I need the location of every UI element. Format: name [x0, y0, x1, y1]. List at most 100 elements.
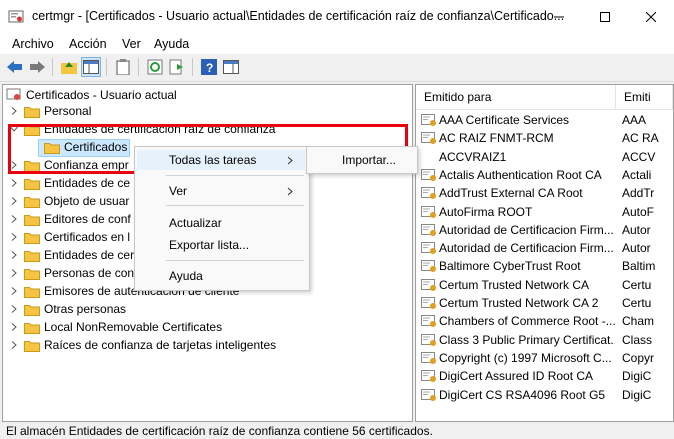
folder-icon [24, 179, 40, 190]
chevron-right-icon[interactable] [10, 251, 18, 259]
certificate-list-pane[interactable]: Emitido para Emiti AAA Certificate Servi… [415, 84, 674, 422]
export-list-button[interactable] [168, 58, 186, 76]
folder-icon [24, 233, 40, 244]
menu-ver[interactable]: Ver [122, 37, 141, 51]
show-tree-button[interactable] [81, 57, 101, 77]
submenu-arrow-icon [287, 156, 293, 165]
maximize-button[interactable] [582, 0, 628, 34]
chevron-right-icon[interactable] [10, 233, 18, 241]
list-item[interactable]: AutoFirma ROOT AutoF [416, 203, 673, 221]
cell-issued-to: AAA Certificate Services [439, 113, 570, 127]
show-action-pane-button[interactable] [222, 58, 240, 76]
chevron-right-icon[interactable] [10, 323, 18, 331]
cell-issued-to: Chambers of Commerce Root -... [439, 314, 615, 329]
minimize-button[interactable] [536, 0, 582, 34]
menu-item-import[interactable]: Importar... [342, 153, 396, 167]
cell-issued-by: Certu [622, 296, 652, 310]
list-item[interactable]: DigiCert Assured ID Root CA DigiC [416, 367, 673, 385]
tree-item-label: Otras personas [44, 302, 127, 316]
chevron-right-icon[interactable] [10, 287, 18, 295]
close-button[interactable] [628, 0, 674, 34]
chevron-right-icon[interactable] [10, 179, 18, 187]
chevron-right-icon[interactable] [10, 161, 18, 169]
certificate-icon [421, 132, 436, 145]
context-menu-separator [166, 205, 304, 206]
folder-icon [24, 341, 40, 352]
menu-item-refresh[interactable]: Actualizar [169, 216, 222, 230]
chevron-right-icon[interactable] [10, 107, 18, 115]
cell-issued-to: Copyright (c) 1997 Microsoft C... [439, 350, 612, 365]
chevron-down-icon[interactable] [10, 125, 18, 133]
list-item[interactable]: Actalis Authentication Root CA Actali [416, 166, 673, 184]
certificate-icon [421, 388, 436, 401]
list-item[interactable]: AAA Certificate Services AAA [416, 111, 673, 129]
column-header-issued-by[interactable]: Emiti [616, 85, 673, 109]
forward-button[interactable] [28, 58, 46, 76]
help-icon: ? [201, 59, 217, 75]
list-item[interactable]: Baltimore CyberTrust Root Baltim [416, 257, 673, 275]
certificate-icon [421, 114, 436, 126]
clipboard-icon [116, 59, 130, 75]
certificate-icon [421, 205, 436, 218]
column-header-issued-to[interactable]: Emitido para [416, 85, 616, 109]
cell-issued-to: Baltimore CyberTrust Root [439, 259, 581, 274]
refresh-button[interactable] [146, 58, 164, 76]
certificate-icon [421, 187, 436, 200]
toolbar-separator [106, 58, 107, 76]
menu-archivo[interactable]: Archivo [12, 37, 54, 51]
list-item[interactable]: Autoridad de Certificacion Firm... Autor [416, 239, 673, 257]
folder-icon [24, 251, 40, 262]
list-item[interactable]: DigiCert CS RSA4096 Root G5 DigiC [416, 386, 673, 404]
menu-item-export-list[interactable]: Exportar lista... [169, 238, 249, 252]
action-pane-icon [223, 60, 239, 74]
tree-item-label: Entidades de ce [44, 176, 131, 190]
tree-item-label: Entidades de cer [44, 248, 135, 262]
cell-issued-to: DigiCert CS RSA4096 Root G5 [439, 387, 606, 402]
folder-icon [24, 323, 40, 334]
toolbar-separator [192, 58, 193, 76]
list-item[interactable]: Chambers of Commerce Root -... Cham [416, 312, 673, 330]
folder-icon [24, 215, 40, 226]
help-button[interactable]: ? [200, 58, 218, 76]
cell-issued-by: Autor [622, 241, 651, 256]
certificate-icon [421, 223, 436, 236]
toolbar-separator [138, 58, 139, 76]
back-button[interactable] [6, 58, 24, 76]
menu-item-view[interactable]: Ver [169, 184, 187, 198]
cell-issued-to: Certum Trusted Network CA [439, 277, 590, 292]
chevron-right-icon[interactable] [10, 341, 18, 349]
chevron-right-icon[interactable] [10, 269, 18, 277]
chevron-right-icon[interactable] [10, 215, 18, 223]
list-item[interactable]: Autoridad de Certificacion Firm... Autor [416, 221, 673, 239]
list-item[interactable]: ACCVRAIZ1 ACCV [416, 148, 673, 166]
menu-item-help[interactable]: Ayuda [169, 269, 203, 283]
menu-item-all-tasks[interactable]: Todas las tareas [169, 153, 256, 167]
menu-accion[interactable]: Acción [69, 37, 107, 51]
list-item[interactable]: AC RAIZ FNMT-RCM AC RA [416, 129, 673, 147]
certificate-icon [421, 278, 436, 291]
menu-ayuda[interactable]: Ayuda [154, 37, 189, 51]
cell-issued-to: Autoridad de Certificacion Firm... [439, 241, 614, 256]
folder-icon [44, 143, 60, 154]
status-bar: El almacén Entidades de certificación ra… [0, 423, 674, 439]
chevron-right-icon[interactable] [10, 305, 18, 313]
properties-button[interactable] [114, 58, 132, 76]
up-folder-button[interactable] [60, 58, 78, 76]
list-item[interactable]: Class 3 Public Primary Certificat... Clas… [416, 331, 673, 349]
list-item[interactable]: AddTrust External CA Root AddTr [416, 184, 673, 202]
list-item[interactable]: Copyright (c) 1997 Microsoft C... Copyr [416, 349, 673, 367]
tree-item-label: Editores de conf [44, 212, 131, 226]
list-item[interactable]: Certum Trusted Network CA Certu [416, 276, 673, 294]
list-item[interactable]: Certum Trusted Network CA 2 Certu [416, 294, 673, 312]
chevron-right-icon[interactable] [10, 197, 18, 205]
back-arrow-icon [7, 61, 22, 73]
cell-issued-by: Copyr [622, 350, 655, 365]
cell-issued-to: ACCVRAIZ1 [439, 149, 507, 164]
svg-text:?: ? [206, 61, 213, 75]
maximize-icon [600, 12, 610, 22]
toolbar-separator [52, 58, 53, 76]
tree-item-label: Certificados [64, 140, 128, 154]
cell-issued-by: ACCV [622, 149, 656, 164]
cell-issued-by: AutoF [622, 204, 655, 219]
context-menu-separator [166, 175, 304, 176]
